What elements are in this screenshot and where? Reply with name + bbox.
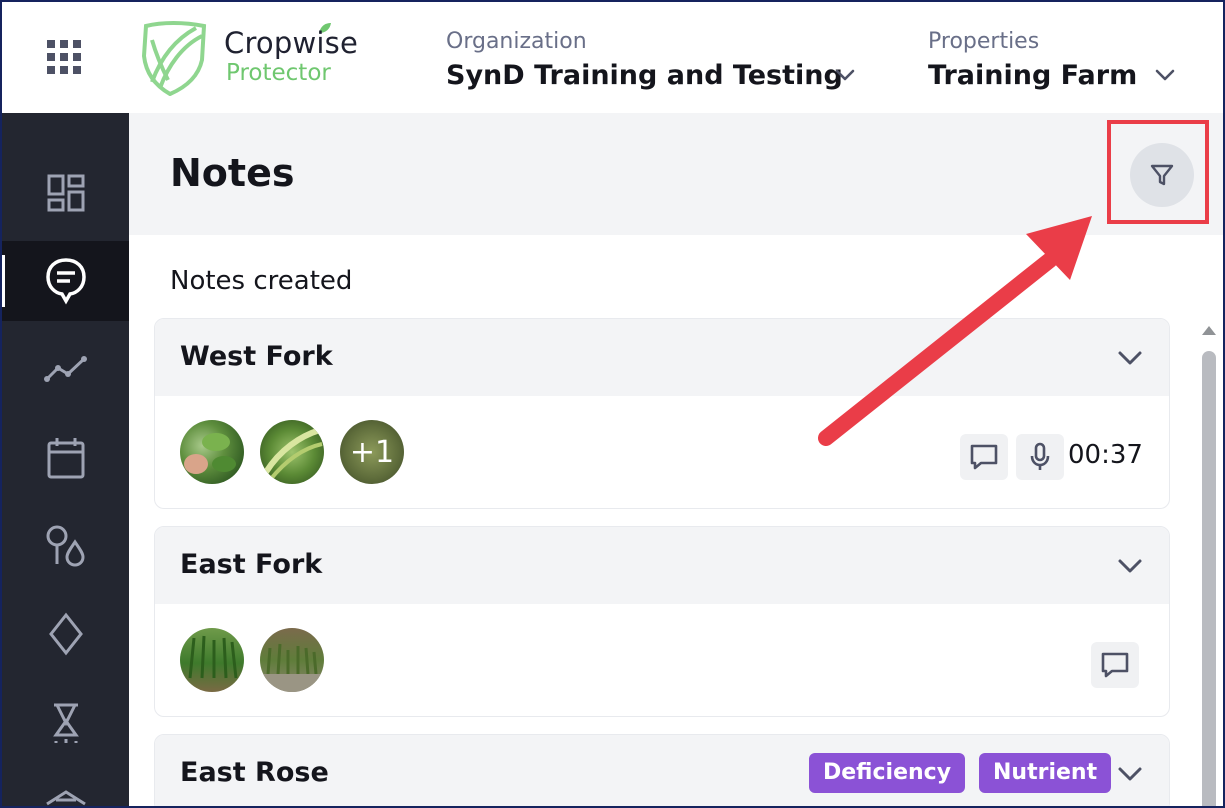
comment-icon (1101, 652, 1129, 678)
dashboard-icon (47, 174, 84, 212)
note-title: East Fork (180, 549, 323, 580)
note-photo[interactable] (260, 420, 324, 484)
more-photos-badge[interactable]: +1 (340, 420, 404, 484)
note-card-header[interactable]: West Fork (155, 319, 1169, 396)
comment-button[interactable] (1091, 642, 1139, 688)
brand-title: Cropwise (224, 26, 359, 60)
hand-leaf-photo (184, 433, 236, 474)
tag-badge: Deficiency (809, 753, 966, 793)
sidebar-item-dashboard[interactable] (2, 153, 129, 233)
chevron-down-icon[interactable] (834, 64, 856, 86)
page-title: Notes (170, 151, 295, 195)
trap-icon (52, 703, 79, 743)
more-photos-count: +1 (349, 434, 395, 470)
page-header: Notes (129, 113, 1223, 235)
scroll-up-arrow-icon[interactable] (1200, 323, 1218, 337)
note-photo[interactable] (180, 628, 244, 692)
notes-icon (45, 258, 86, 305)
properties-value[interactable]: Training Farm (928, 60, 1137, 91)
chevron-down-icon[interactable] (1154, 64, 1176, 86)
note-card[interactable]: West Fork +1 00:37 (154, 318, 1170, 509)
sidebar-item-products[interactable] (2, 594, 129, 674)
note-card-body (155, 604, 1169, 716)
note-card[interactable]: East Fork (154, 526, 1170, 717)
brand-subtitle: Protector (226, 60, 331, 86)
calendar-icon (47, 438, 84, 479)
comment-icon (970, 444, 998, 470)
organization-value[interactable]: SynD Training and Testing (446, 60, 843, 91)
trend-chart-icon (43, 356, 87, 382)
sidebar-item-applications[interactable] (2, 506, 129, 586)
corn-field-photo (188, 635, 238, 679)
sidebar-item-calendar[interactable] (2, 418, 129, 498)
audio-button[interactable] (1016, 434, 1064, 480)
sidebar-item-notes[interactable] (2, 241, 129, 321)
chevron-down-icon[interactable] (1117, 553, 1143, 579)
note-card-header[interactable]: East Fork (155, 527, 1169, 604)
flooded-field-photo (260, 643, 324, 692)
top-bar: Cropwise Protector Organization SynD Tra… (2, 2, 1223, 113)
note-card-header[interactable]: East Rose Deficiency Nutrient (155, 735, 1169, 806)
comment-button[interactable] (960, 434, 1008, 480)
sidebar-item-trends[interactable] (2, 329, 129, 409)
microphone-icon (1030, 442, 1050, 470)
note-card[interactable]: East Rose Deficiency Nutrient (154, 734, 1170, 806)
leaf-photo (263, 427, 323, 482)
annotation-highlight-box (1107, 120, 1209, 224)
note-title: East Rose (180, 757, 329, 788)
properties-label: Properties (928, 29, 1040, 54)
note-photo[interactable] (180, 420, 244, 484)
cropwise-logo (141, 21, 207, 96)
organization-label: Organization (446, 29, 587, 54)
chevron-down-icon[interactable] (1117, 345, 1143, 371)
sidebar (2, 113, 129, 806)
section-label: Notes created (170, 266, 353, 296)
sidebar-item-traps[interactable] (2, 683, 129, 763)
app-window: Cropwise Protector Organization SynD Tra… (0, 0, 1225, 808)
note-title: West Fork (180, 341, 333, 372)
diamond-icon (48, 612, 83, 656)
tag-badge: Nutrient (979, 753, 1112, 793)
sidebar-item-more[interactable] (2, 761, 129, 806)
audio-duration: 00:37 (1068, 440, 1143, 470)
pin-drop-icon (46, 525, 85, 567)
scrollbar-thumb[interactable] (1202, 351, 1216, 806)
note-photo[interactable] (260, 628, 324, 692)
note-card-body: +1 00:37 (155, 396, 1169, 508)
chevron-down-icon[interactable] (1117, 761, 1143, 787)
app-launcher-icon[interactable] (47, 40, 81, 74)
main-content: Notes Notes created West Fork +1 00:37 E… (129, 113, 1223, 806)
building-icon (45, 790, 86, 806)
scrollbar[interactable] (1198, 323, 1220, 806)
